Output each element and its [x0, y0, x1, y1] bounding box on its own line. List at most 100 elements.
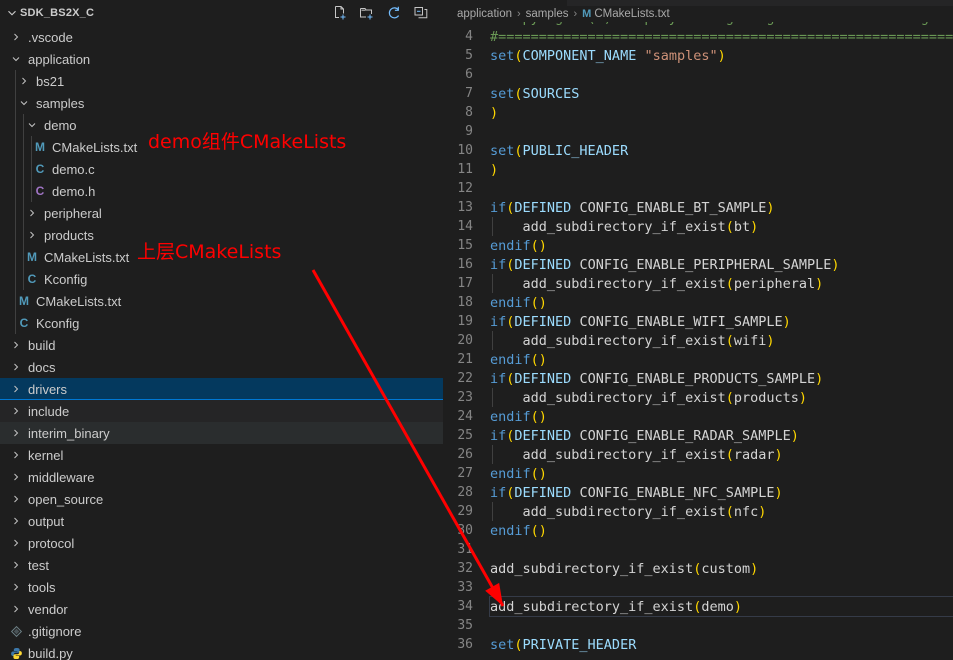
new-file-icon[interactable]	[332, 5, 348, 21]
chevron-right-icon[interactable]	[8, 466, 24, 488]
code-line[interactable]: 10 set(PUBLIC_HEADER	[443, 141, 953, 160]
chevron-down-icon[interactable]	[24, 114, 40, 136]
tree-item-kconfig[interactable]: C Kconfig	[0, 268, 443, 290]
tree-item-demo-h[interactable]: Cdemo.h	[0, 180, 443, 202]
tree-item-cmakelists-txt[interactable]: M CMakeLists.txt	[0, 136, 443, 158]
code-line[interactable]: 27 endif()	[443, 464, 953, 483]
code-token: add_subdirectory_if_exist	[490, 503, 726, 520]
code-indent-guide	[492, 502, 493, 521]
code-line-current[interactable]: 34 add_subdirectory_if_exist(demo)	[443, 596, 953, 617]
code-token: (	[514, 47, 523, 64]
tree-item-vscode[interactable]: .vscode	[0, 26, 443, 48]
code-line[interactable]: 32 add_subdirectory_if_exist(custom)	[443, 559, 953, 578]
chevron-right-icon[interactable]	[8, 532, 24, 554]
code-line[interactable]: 13 if(DEFINED CONFIG_ENABLE_BT_SAMPLE)	[443, 198, 953, 217]
code-line[interactable]: 35	[443, 616, 953, 635]
code-line[interactable]: 15 endif()	[443, 236, 953, 255]
code-lines[interactable]: # Copyright (c) CompanyNameMagicTag 2023…	[443, 22, 953, 660]
code-token: (	[725, 332, 734, 349]
tree-item-demo-c[interactable]: Cdemo.c	[0, 158, 443, 180]
code-token: (	[514, 142, 523, 159]
tree-item-output[interactable]: output	[0, 510, 443, 532]
code-line[interactable]: 16 if(DEFINED CONFIG_ENABLE_PERIPHERAL_SA…	[443, 255, 953, 274]
tree-item-bs21[interactable]: bs21	[0, 70, 443, 92]
chevron-right-icon[interactable]	[8, 26, 24, 48]
chevron-right-icon[interactable]	[8, 334, 24, 356]
code-line[interactable]: 18 endif()	[443, 293, 953, 312]
code-line[interactable]: 17 add_subdirectory_if_exist(peripheral)	[443, 274, 953, 293]
tree-item-products[interactable]: products	[0, 224, 443, 246]
code-line[interactable]: 12	[443, 179, 953, 198]
breadcrumb-file[interactable]: CMakeLists.txt	[594, 8, 669, 20]
code-line[interactable]: 22 if(DEFINED CONFIG_ENABLE_PRODUCTS_SAMP…	[443, 369, 953, 388]
tree-item-middleware[interactable]: middleware	[0, 466, 443, 488]
code-line[interactable]: 30 endif()	[443, 521, 953, 540]
tree-item-kconfig[interactable]: C Kconfig	[0, 312, 443, 334]
refresh-icon[interactable]	[386, 5, 402, 21]
code-line[interactable]: 26 add_subdirectory_if_exist(radar)	[443, 445, 953, 464]
tree-item-vendor[interactable]: vendor	[0, 598, 443, 620]
code-line[interactable]: 24 endif()	[443, 407, 953, 426]
chevron-right-icon[interactable]	[8, 488, 24, 510]
tree-item-kernel[interactable]: kernel	[0, 444, 443, 466]
code-line[interactable]: 8)	[443, 103, 953, 122]
code-line[interactable]: 23 add_subdirectory_if_exist(products)	[443, 388, 953, 407]
tree-item-include[interactable]: include	[0, 400, 443, 422]
tree-item-interim-binary[interactable]: interim_binary	[0, 422, 443, 444]
chevron-right-icon[interactable]	[8, 422, 24, 444]
tree-item-samples[interactable]: samples	[0, 92, 443, 114]
code-line[interactable]: 11)	[443, 160, 953, 179]
chevron-right-icon[interactable]	[24, 224, 40, 246]
chevron-right-icon[interactable]	[8, 378, 24, 400]
code-line[interactable]: 31	[443, 540, 953, 559]
code-line[interactable]: 4 #======================================…	[443, 27, 953, 46]
chevron-right-icon[interactable]	[8, 400, 24, 422]
breadcrumb-part-application[interactable]: application	[457, 8, 512, 20]
code-token: ()	[530, 237, 547, 254]
code-line[interactable]: 21 endif()	[443, 350, 953, 369]
tree-item-build-py[interactable]: build.py	[0, 642, 443, 660]
code-line[interactable]: 6	[443, 65, 953, 84]
chevron-down-icon[interactable]	[8, 48, 24, 70]
tree-item-label: Kconfig	[36, 315, 80, 331]
code-line[interactable]: 25 if(DEFINED CONFIG_ENABLE_RADAR_SAMPLE)	[443, 426, 953, 445]
code-line[interactable]: 14 add_subdirectory_if_exist(bt)	[443, 217, 953, 236]
tree-item-build[interactable]: build	[0, 334, 443, 356]
tree-item-test[interactable]: test	[0, 554, 443, 576]
code-line[interactable]: 19 if(DEFINED CONFIG_ENABLE_WIFI_SAMPLE)	[443, 312, 953, 331]
explorer-root-header[interactable]: SDK_BS2X_C	[0, 0, 443, 26]
chevron-right-icon[interactable]	[16, 70, 32, 92]
code-line[interactable]: 33	[443, 578, 953, 597]
breadcrumb-part-samples[interactable]: samples	[526, 8, 569, 20]
tree-item-application[interactable]: application	[0, 48, 443, 70]
chevron-down-icon[interactable]	[16, 92, 32, 114]
code-line[interactable]: 28 if(DEFINED CONFIG_ENABLE_NFC_SAMPLE)	[443, 483, 953, 502]
tree-item-peripheral[interactable]: peripheral	[0, 202, 443, 224]
code-line[interactable]: 9	[443, 122, 953, 141]
code-line[interactable]: 29 add_subdirectory_if_exist(nfc)	[443, 502, 953, 521]
chevron-right-icon[interactable]	[24, 202, 40, 224]
collapse-all-icon[interactable]	[413, 5, 429, 21]
code-line[interactable]: 20 add_subdirectory_if_exist(wifi)	[443, 331, 953, 350]
vscode-window: SDK_BS2X_C .vscode application bs21 samp…	[0, 0, 953, 660]
chevron-right-icon[interactable]	[8, 554, 24, 576]
code-line[interactable]: 7 set(SOURCES	[443, 84, 953, 103]
tree-item-protocol[interactable]: protocol	[0, 532, 443, 554]
new-folder-icon[interactable]	[359, 5, 375, 21]
tree-item-tools[interactable]: tools	[0, 576, 443, 598]
tree-item-open-source[interactable]: open_source	[0, 488, 443, 510]
code-line[interactable]: 36 set(PRIVATE_HEADER	[443, 635, 953, 654]
chevron-right-icon[interactable]	[8, 510, 24, 532]
tree-item-gitignore[interactable]: .gitignore	[0, 620, 443, 642]
tree-item-drivers[interactable]: drivers	[0, 378, 443, 400]
chevron-right-icon[interactable]	[8, 576, 24, 598]
tree-item-cmakelists-txt[interactable]: M CMakeLists.txt	[0, 246, 443, 268]
chevron-right-icon[interactable]	[8, 598, 24, 620]
code-line[interactable]: 5 set(COMPONENT_NAME "samples")	[443, 46, 953, 65]
tree-item-cmakelists-txt[interactable]: M CMakeLists.txt	[0, 290, 443, 312]
tree-item-demo[interactable]: demo	[0, 114, 443, 136]
tree-item-docs[interactable]: docs	[0, 356, 443, 378]
chevron-right-icon[interactable]	[8, 444, 24, 466]
chevron-right-icon[interactable]	[8, 356, 24, 378]
